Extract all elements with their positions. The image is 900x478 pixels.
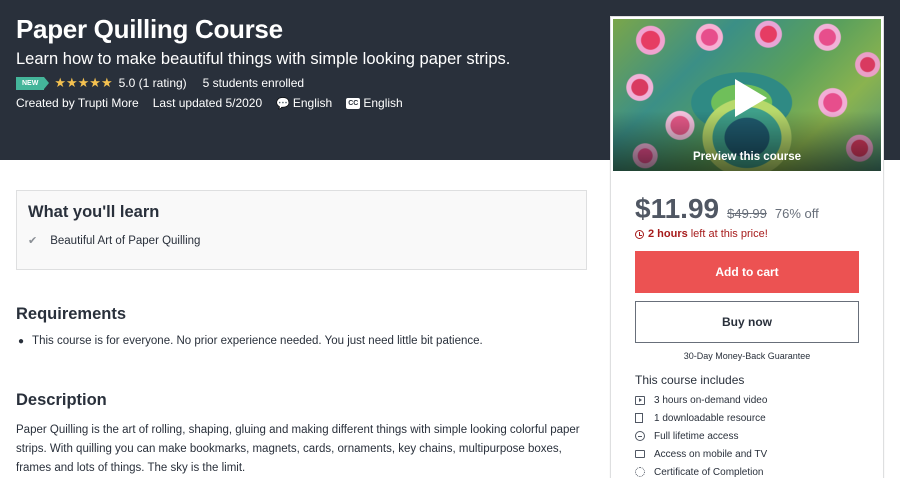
include-label: Full lifetime access: [654, 430, 739, 442]
original-price: $49.99: [727, 206, 767, 221]
enrolled-count: 5 students enrolled: [202, 76, 305, 90]
course-preview-video[interactable]: Preview this course: [613, 19, 881, 171]
include-label: Certificate of Completion: [654, 466, 764, 478]
discount-percent: 76% off: [774, 206, 819, 221]
rating-link[interactable]: 5.0 (1 rating): [119, 76, 187, 90]
certificate-icon: [635, 467, 645, 477]
infinity-icon: [635, 431, 645, 441]
meta-row: Created by Trupti More Last updated 5/20…: [16, 96, 417, 110]
video-icon: [635, 395, 645, 405]
requirements-title: Requirements: [16, 305, 127, 323]
captions-label: English: [363, 96, 403, 110]
language: 💬 English: [276, 96, 332, 110]
learn-title: What you'll learn: [28, 203, 160, 221]
list-item: 1 downloadable resource: [635, 409, 767, 427]
speech-bubble-icon: 💬: [276, 97, 290, 110]
file-icon: [635, 413, 643, 423]
alarm-clock-icon: [635, 229, 644, 239]
learn-item-label: Beautiful Art of Paper Quilling: [50, 234, 201, 247]
include-label: 3 hours on-demand video: [654, 394, 768, 406]
list-item: Full lifetime access: [635, 427, 767, 445]
current-price: $11.99: [635, 193, 720, 224]
includes-title: This course includes: [635, 373, 745, 387]
requirement-item: ● This course is for everyone. No prior …: [18, 335, 483, 347]
include-label: Access on mobile and TV: [654, 448, 768, 460]
captions: CC English: [346, 96, 403, 110]
buy-now-button[interactable]: Buy now: [635, 301, 859, 343]
sale-timer: 2 hours left at this price!: [635, 228, 768, 240]
list-item: Access on mobile and TV: [635, 445, 767, 463]
description-text: Paper Quilling is the art of rolling, sh…: [16, 424, 580, 474]
rating-row: NEW ★★★★★ 5.0 (1 rating) 5 students enro…: [16, 75, 304, 91]
money-back-guarantee: 30-Day Money-Back Guarantee: [683, 351, 811, 361]
includes-list: 3 hours on-demand video 1 downloadable r…: [635, 391, 767, 478]
what-you-learn-box: What you'll learn ✔ Beautiful Art of Pap…: [16, 190, 587, 270]
last-updated: Last updated 5/2020: [152, 96, 263, 110]
preview-label[interactable]: Preview this course: [613, 151, 881, 163]
description-title: Description: [16, 391, 107, 409]
list-item: 3 hours on-demand video: [635, 391, 767, 409]
closed-captions-icon: CC: [346, 97, 361, 109]
course-subtitle: Learn how to make beautiful things with …: [16, 50, 511, 68]
course-title: Paper Quilling Course: [16, 14, 283, 44]
list-item: Certificate of Completion: [635, 463, 767, 478]
new-badge: NEW: [16, 76, 50, 90]
bullet-icon: ●: [18, 335, 25, 347]
mobile-tv-icon: [635, 450, 645, 458]
include-label: 1 downloadable resource: [654, 412, 766, 424]
price-row: $11.99 $49.99 76% off: [635, 193, 819, 225]
requirement-label: This course is for everyone. No prior ex…: [32, 335, 483, 347]
add-to-cart-button[interactable]: Add to cart: [635, 251, 859, 293]
star-rating-icon: ★★★★★: [54, 75, 113, 90]
language-label: English: [292, 96, 333, 110]
created-by[interactable]: Created by Trupti More: [16, 96, 139, 110]
learn-item: ✔ Beautiful Art of Paper Quilling: [28, 234, 201, 248]
timer-text: left at this price!: [690, 228, 768, 240]
purchase-card: Preview this course $11.99 $49.99 76% of…: [610, 16, 884, 478]
timer-hours: 2 hours: [648, 228, 688, 240]
check-icon: ✔: [28, 235, 38, 247]
play-icon[interactable]: [735, 79, 767, 117]
